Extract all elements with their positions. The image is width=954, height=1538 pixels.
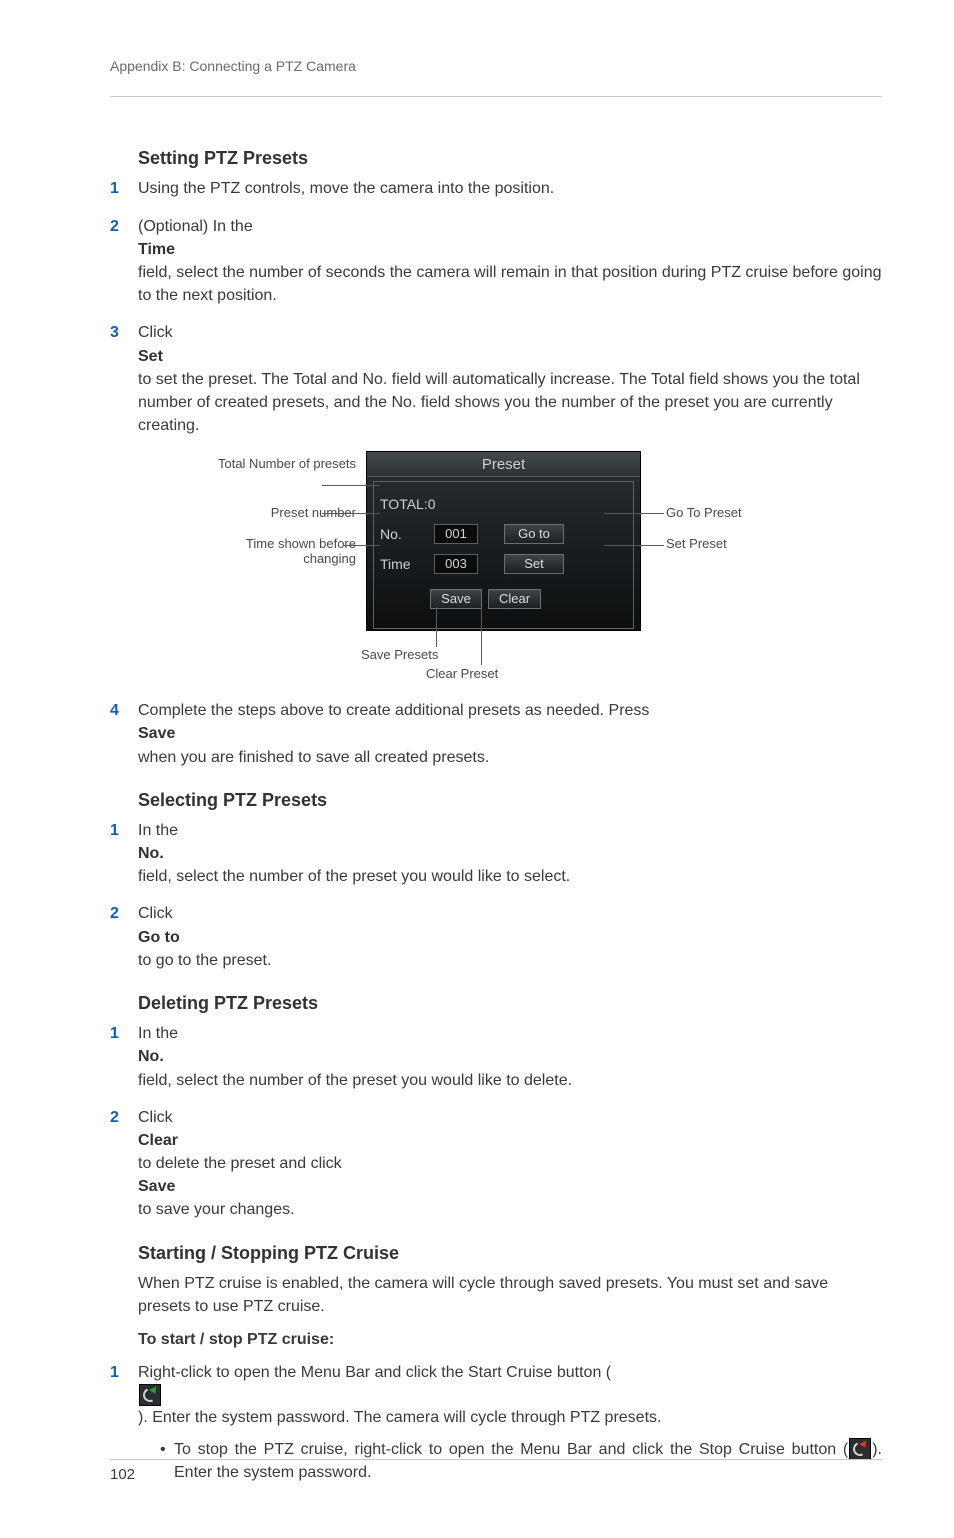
step-text: Complete the steps above to create addit… (138, 699, 882, 722)
step-selecting-2: Click Go to to go to the preset. (110, 902, 882, 972)
step-text: Click (138, 902, 882, 925)
cruise-intro: When PTZ cruise is enabled, the camera w… (138, 1272, 882, 1318)
callout-goto-preset: Go To Preset (666, 506, 742, 521)
bold-goto: Go to (138, 929, 180, 946)
step-text: field, select the number of seconds the … (138, 261, 882, 307)
bold-save: Save (138, 1178, 175, 1195)
step-text: Click (138, 1106, 882, 1129)
save-button[interactable]: Save (430, 589, 482, 609)
heading-setting-ptz-presets: Setting PTZ Presets (138, 145, 882, 171)
step-text: to save your changes. (138, 1198, 882, 1221)
panel-time-label: Time (380, 554, 434, 574)
stop-cruise-icon (849, 1438, 871, 1460)
step-deleting-2: Click Clear to delete the preset and cli… (110, 1106, 882, 1222)
panel-no-label: No. (380, 524, 434, 544)
step-text: field, select the number of the preset y… (138, 865, 882, 888)
step-text: when you are finished to save all create… (138, 746, 882, 769)
heading-deleting-ptz-presets: Deleting PTZ Presets (138, 990, 882, 1016)
bold-no: No. (138, 845, 164, 862)
bullet-text: To stop the PTZ cruise, right-click to o… (174, 1441, 848, 1458)
step-deleting-1: In the No. field, select the number of t… (110, 1022, 882, 1092)
bold-save: Save (138, 725, 175, 742)
panel-total-label: TOTAL:0 (380, 494, 436, 514)
step-text: to set the preset. The Total and No. fie… (138, 368, 882, 438)
step-cruise-1: Right-click to open the Menu Bar and cli… (110, 1361, 882, 1484)
goto-button[interactable]: Go to (504, 524, 564, 544)
step-text: Click (138, 321, 882, 344)
panel-title: Preset (367, 452, 640, 477)
set-button[interactable]: Set (504, 554, 564, 574)
step-text: to delete the preset and click (138, 1152, 882, 1175)
step-text: Using the PTZ controls, move the camera … (138, 177, 882, 200)
step-text: Right-click to open the Menu Bar and cli… (138, 1361, 882, 1384)
step-setting-1: Using the PTZ controls, move the camera … (110, 177, 882, 200)
bold-clear: Clear (138, 1132, 178, 1149)
step-setting-3: Click Set to set the preset. The Total a… (110, 321, 882, 437)
footer-rule (110, 1459, 882, 1460)
start-cruise-icon (139, 1384, 161, 1406)
heading-starting-stopping-ptz-cruise: Starting / Stopping PTZ Cruise (138, 1240, 882, 1266)
preset-panel: Preset TOTAL:0 No. 001 Go to Time 003 (366, 451, 641, 631)
clear-button[interactable]: Clear (488, 589, 541, 609)
step-setting-2: (Optional) In the Time field, select the… (110, 215, 882, 308)
callout-save-presets: Save Presets (361, 648, 438, 663)
step-text: In the (138, 819, 882, 842)
callout-clear-preset: Clear Preset (426, 667, 498, 682)
cruise-bullet-stop: To stop the PTZ cruise, right-click to o… (160, 1438, 882, 1484)
panel-no-value[interactable]: 001 (434, 524, 478, 544)
step-text: ). Enter the system password. The camera… (138, 1406, 882, 1429)
heading-selecting-ptz-presets: Selecting PTZ Presets (138, 787, 882, 813)
step-text: (Optional) In the (138, 215, 882, 238)
step-selecting-1: In the No. field, select the number of t… (110, 819, 882, 889)
step-text: field, select the number of the preset y… (138, 1069, 882, 1092)
cruise-subhead: To start / stop PTZ cruise: (138, 1328, 882, 1351)
step-setting-4: Complete the steps above to create addit… (110, 699, 882, 769)
bold-no: No. (138, 1048, 164, 1065)
panel-time-value[interactable]: 003 (434, 554, 478, 574)
step-text: to go to the preset. (138, 949, 882, 972)
callout-set-preset: Set Preset (666, 537, 727, 552)
callout-time: Time shown before changing (216, 537, 356, 567)
preset-figure: Total Number of presets Preset number Ti… (216, 451, 776, 681)
bold-time: Time (138, 241, 175, 258)
bold-set: Set (138, 348, 163, 365)
running-header: Appendix B: Connecting a PTZ Camera (110, 56, 882, 97)
step-text: In the (138, 1022, 882, 1045)
page-number: 102 (110, 1458, 135, 1486)
callout-total: Total Number of presets (216, 457, 356, 472)
